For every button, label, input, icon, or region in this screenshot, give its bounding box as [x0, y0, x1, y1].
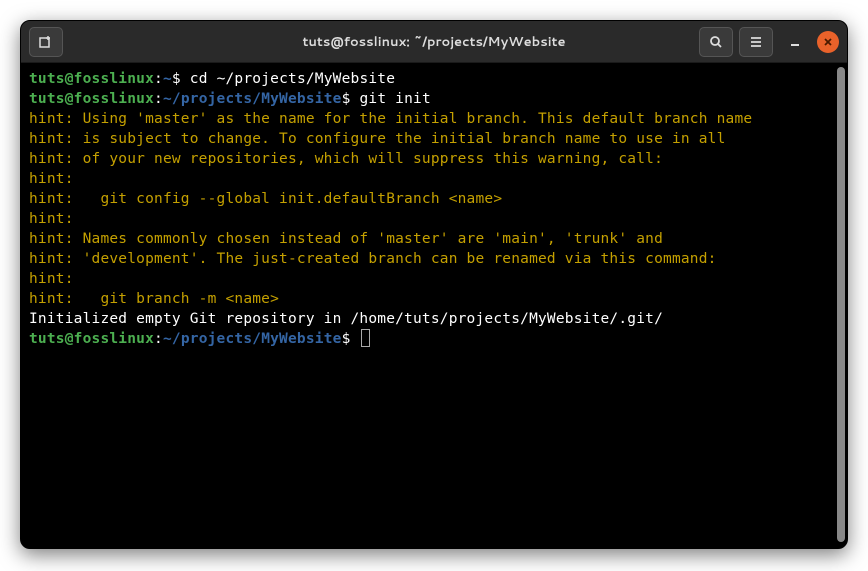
hint-line: hint: — [29, 171, 74, 187]
search-button[interactable] — [699, 27, 733, 57]
command-git-init: git init — [359, 91, 430, 107]
cursor — [361, 329, 370, 347]
menu-button[interactable] — [739, 27, 773, 57]
prompt-dollar: $ — [342, 91, 360, 107]
minimize-button[interactable] — [783, 30, 807, 54]
command-cd: cd ~/projects/MyWebsite — [190, 71, 395, 87]
terminal-body[interactable]: tuts@fosslinux:~$ cd ~/projects/MyWebsit… — [21, 63, 847, 548]
output-initialized: Initialized empty Git repository in /hom… — [29, 311, 663, 327]
prompt-user-host: tuts@fosslinux — [29, 91, 154, 107]
hint-line: hint: is subject to change. To configure… — [29, 131, 726, 147]
terminal-content: tuts@fosslinux:~$ cd ~/projects/MyWebsit… — [29, 69, 839, 349]
hint-line: hint: git branch -m <name> — [29, 291, 279, 307]
titlebar: tuts@fosslinux: ~/projects/MyWebsite — [21, 21, 847, 63]
prompt-dollar: $ — [172, 71, 190, 87]
prompt-path-full: ~/projects/MyWebsite — [163, 91, 342, 107]
hint-line: hint: git config --global init.defaultBr… — [29, 191, 502, 207]
hint-line: hint: 'development'. The just-created br… — [29, 251, 717, 267]
prompt-colon: : — [154, 71, 163, 87]
prompt-colon: : — [154, 331, 163, 347]
prompt-user-host: tuts@fosslinux — [29, 71, 154, 87]
hint-line: hint: — [29, 271, 74, 287]
hint-line: hint: of your new repositories, which wi… — [29, 151, 663, 167]
hint-line: hint: — [29, 211, 74, 227]
prompt-path-full: ~/projects/MyWebsite — [163, 331, 342, 347]
new-tab-button[interactable] — [29, 27, 63, 57]
prompt-path-home: ~ — [163, 71, 172, 87]
prompt-colon: : — [154, 91, 163, 107]
hint-line: hint: Names commonly chosen instead of '… — [29, 231, 663, 247]
prompt-user-host: tuts@fosslinux — [29, 331, 154, 347]
hint-line: hint: Using 'master' as the name for the… — [29, 111, 752, 127]
window-title: tuts@fosslinux: ~/projects/MyWebsite — [302, 33, 565, 51]
scrollbar[interactable] — [837, 67, 845, 542]
close-button[interactable] — [817, 31, 839, 53]
terminal-window: tuts@fosslinux: ~/projects/MyWebsite tut… — [20, 20, 848, 549]
prompt-dollar: $ — [342, 331, 360, 347]
